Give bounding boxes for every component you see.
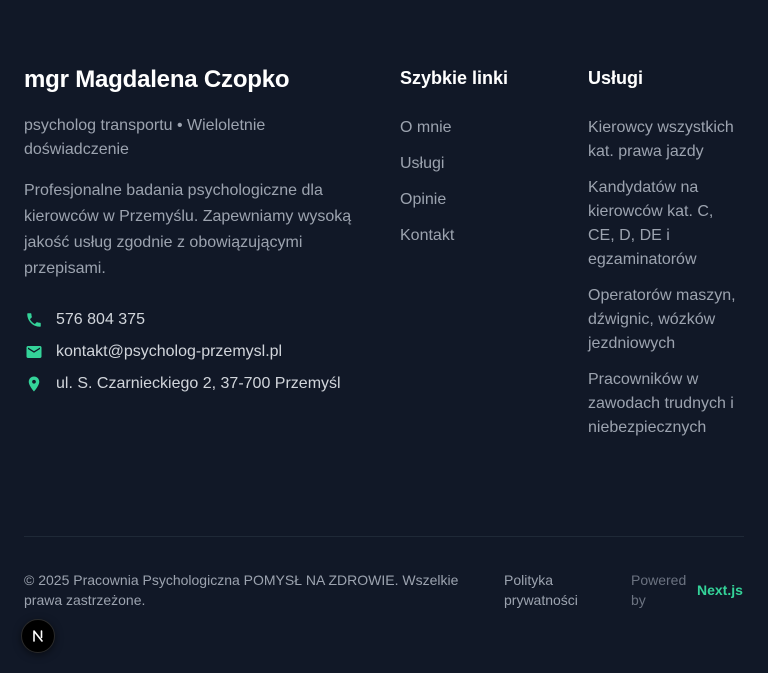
link-o-mnie[interactable]: O mnie (400, 119, 452, 136)
services-column: Usługi Kierowcy wszystkich kat. prawa ja… (588, 66, 744, 452)
link-opinie[interactable]: Opinie (400, 191, 446, 208)
brand-tagline: psycholog transportu • Wieloletnie doświ… (24, 117, 266, 158)
nextjs-link[interactable]: Next.js (697, 580, 743, 600)
brand-column: mgr Magdalena Czopko psycholog transport… (24, 64, 374, 400)
service-item: Operatorów maszyn, dźwignic, wózków jezd… (588, 287, 736, 352)
privacy-policy-link[interactable]: Polityka prywatności (504, 570, 604, 610)
map-pin-icon (24, 374, 44, 394)
contact-phone: 576 804 375 (24, 304, 374, 336)
footer-divider (24, 536, 744, 537)
quick-link-item: Usługi (400, 152, 570, 188)
link-uslugi[interactable]: Usługi (400, 155, 444, 172)
services-list: Kierowcy wszystkich kat. prawa jazdy Kan… (588, 116, 744, 440)
email-link[interactable]: kontakt@psycholog-przemysl.pl (56, 343, 282, 361)
brand-description: Profesjonalne badania psychologiczne dla… (24, 182, 352, 277)
service-item: Kandydatów na kierowców kat. C, CE, D, D… (588, 179, 714, 268)
quick-link-item: Kontakt (400, 224, 570, 260)
copyright-text: © 2025 Pracownia Psychologiczna POMYSŁ N… (24, 572, 459, 608)
powered-by-text: Powered by (631, 572, 687, 608)
quick-link-item: O mnie (400, 116, 570, 152)
nextjs-logo-icon[interactable] (21, 619, 55, 653)
address-text: ul. S. Czarnieckiego 2, 37-700 Przemyśl (56, 375, 341, 392)
mail-icon (24, 342, 44, 362)
quick-links-list: O mnie Usługi Opinie Kontakt (400, 116, 570, 260)
brand-name: mgr Magdalena Czopko (24, 66, 290, 93)
quick-link-item: Opinie (400, 188, 570, 224)
service-item: Kierowcy wszystkich kat. prawa jazdy (588, 119, 734, 160)
link-kontakt[interactable]: Kontakt (400, 227, 454, 244)
quick-links-title: Szybkie linki (400, 68, 509, 88)
site-footer: mgr Magdalena Czopko psycholog transport… (0, 0, 768, 673)
contact-email: kontakt@psycholog-przemysl.pl (24, 336, 374, 368)
services-title: Usługi (588, 68, 644, 88)
service-item: Pracowników w zawodach trudnych i niebez… (588, 371, 734, 436)
phone-icon (24, 310, 44, 330)
contact-list: 576 804 375 kontakt@psycholog-przemysl.p… (24, 304, 374, 400)
quick-links-column: Szybkie linki O mnie Usługi Opinie Konta… (400, 66, 570, 260)
contact-address: ul. S. Czarnieckiego 2, 37-700 Przemyśl (24, 368, 374, 400)
footer-bottom-bar: © 2025 Pracownia Psychologiczna POMYSŁ N… (24, 568, 744, 612)
phone-link[interactable]: 576 804 375 (56, 311, 145, 329)
